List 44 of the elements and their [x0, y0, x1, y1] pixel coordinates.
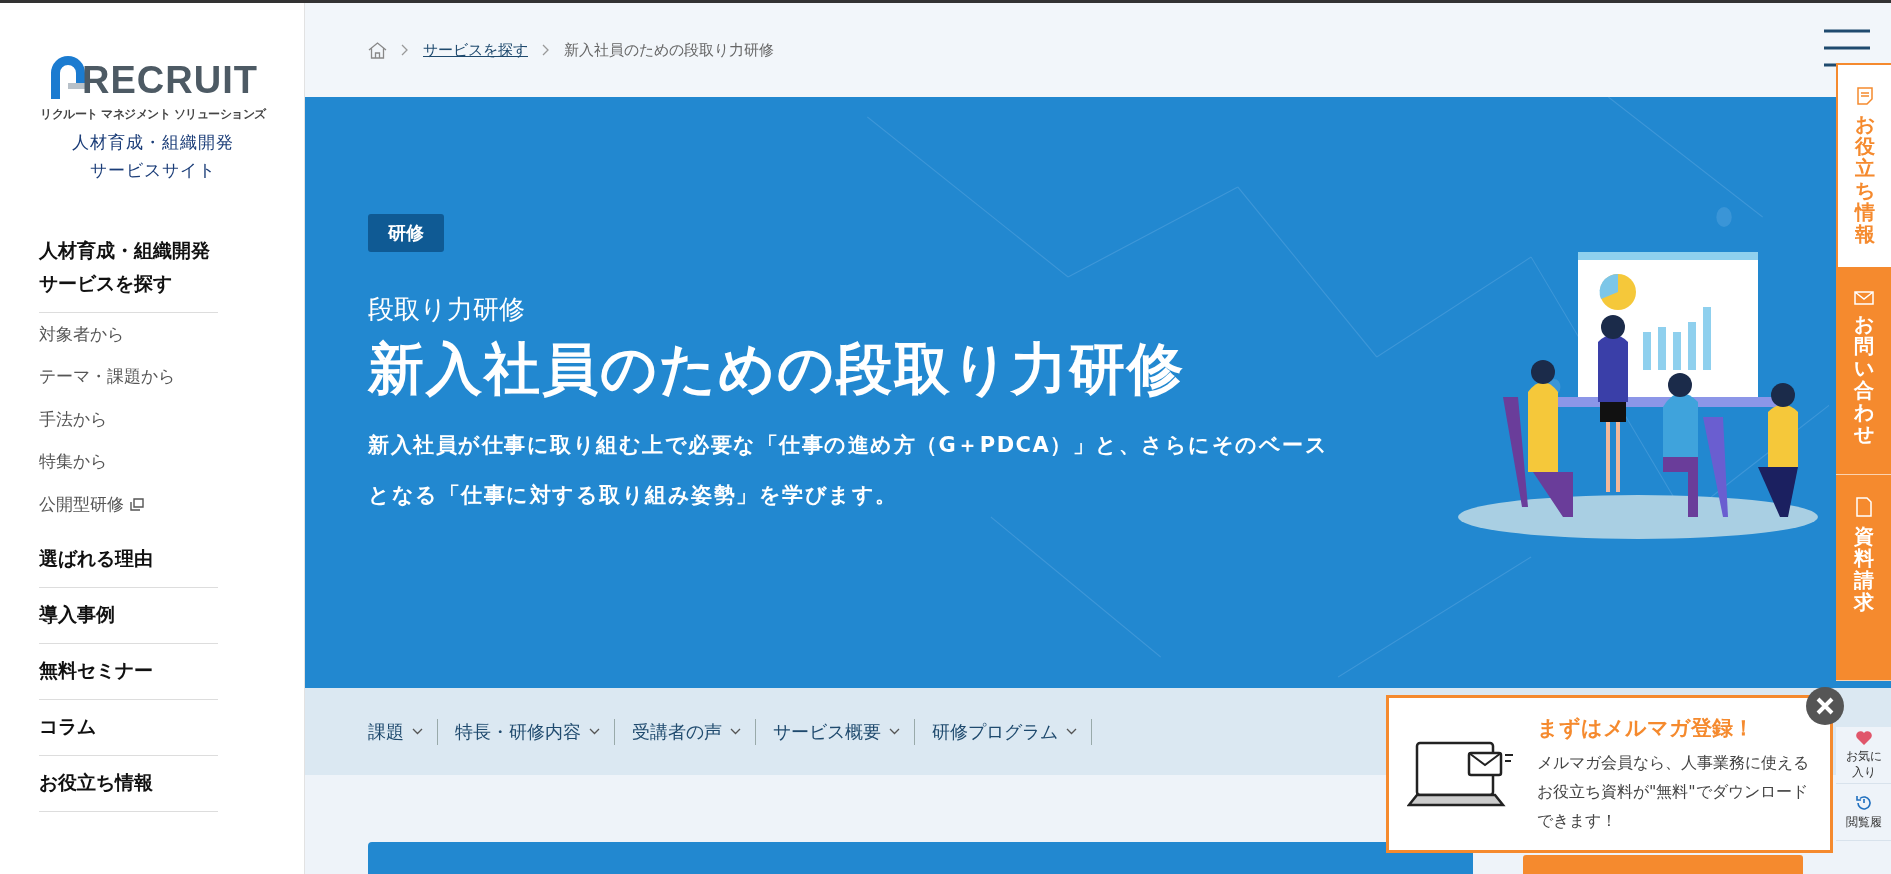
external-link-icon: [130, 497, 144, 511]
nav-section-link[interactable]: 導入事例: [39, 587, 218, 644]
nav-link[interactable]: 手法から: [39, 407, 107, 431]
popup-text: メルマガ会員なら、人事業務に使えるお役立ち資料が"無料"でダウンロードできます！: [1537, 751, 1810, 832]
caret-icon: [1066, 728, 1077, 735]
nav-section-link[interactable]: 人材育成・組織開発サービスを探す: [39, 224, 218, 313]
popup-title: まずはメルマガ登録！: [1537, 714, 1755, 742]
caret-icon: [889, 728, 900, 735]
breadcrumb-link[interactable]: サービスを探す: [423, 40, 528, 60]
section-tab[interactable]: 課題: [368, 718, 438, 745]
hero-subtitle: 段取り力研修: [368, 293, 526, 326]
section-tab[interactable]: 特長・研修内容: [438, 718, 615, 745]
nav-section-link[interactable]: 選ばれる理由: [39, 531, 218, 588]
nav-link[interactable]: 公開型研修: [39, 492, 124, 516]
note-icon: [1856, 87, 1873, 105]
caret-icon: [412, 728, 423, 735]
caret-icon: [730, 728, 741, 735]
nav-section-link[interactable]: お役立ち情報: [39, 755, 218, 812]
document-icon: [1855, 497, 1872, 517]
utility-link[interactable]: 閲覧履: [1836, 784, 1891, 841]
mail-icon: [1853, 291, 1874, 305]
section-tab[interactable]: 研修プログラム: [915, 718, 1092, 745]
nav-link[interactable]: 対象者から: [39, 322, 124, 346]
home-icon[interactable]: [368, 41, 387, 59]
breadcrumb-current: 新入社員のための段取り力研修: [564, 40, 774, 60]
section-tab[interactable]: 受講者の声: [615, 718, 756, 745]
hero-title: 新入社員のための段取り力研修: [368, 335, 1186, 403]
heart-icon: [1854, 730, 1873, 746]
nav-section-link[interactable]: コラム: [39, 699, 218, 756]
history-icon: [1854, 794, 1873, 812]
chevron-right-icon: [401, 44, 409, 56]
utility-link[interactable]: お気に入り: [1836, 727, 1891, 784]
site-title: 人材育成・組織開発サービスサイト: [71, 131, 235, 182]
logo-wordmark: RECRUIT: [82, 61, 258, 99]
logo-tagline: リクルート マネジメント ソリューションズ: [40, 107, 266, 122]
nav-link[interactable]: テーマ・課題から: [39, 365, 175, 389]
close-icon[interactable]: [1806, 687, 1844, 725]
caret-icon: [589, 728, 600, 735]
category-tag: 研修: [368, 214, 444, 252]
nav-section-link[interactable]: 無料セミナー: [39, 643, 218, 700]
nav-link[interactable]: 特集から: [39, 450, 107, 474]
chevron-right-icon: [542, 44, 550, 56]
section-tab[interactable]: サービス概要: [756, 718, 915, 745]
hero-description: 新入社員が仕事に取り組む上で必要な「仕事の進め方（G＋PDCA）」と、さらにそのベースとなる「仕事に対する取り組み姿勢」を学びます。: [368, 431, 1330, 509]
